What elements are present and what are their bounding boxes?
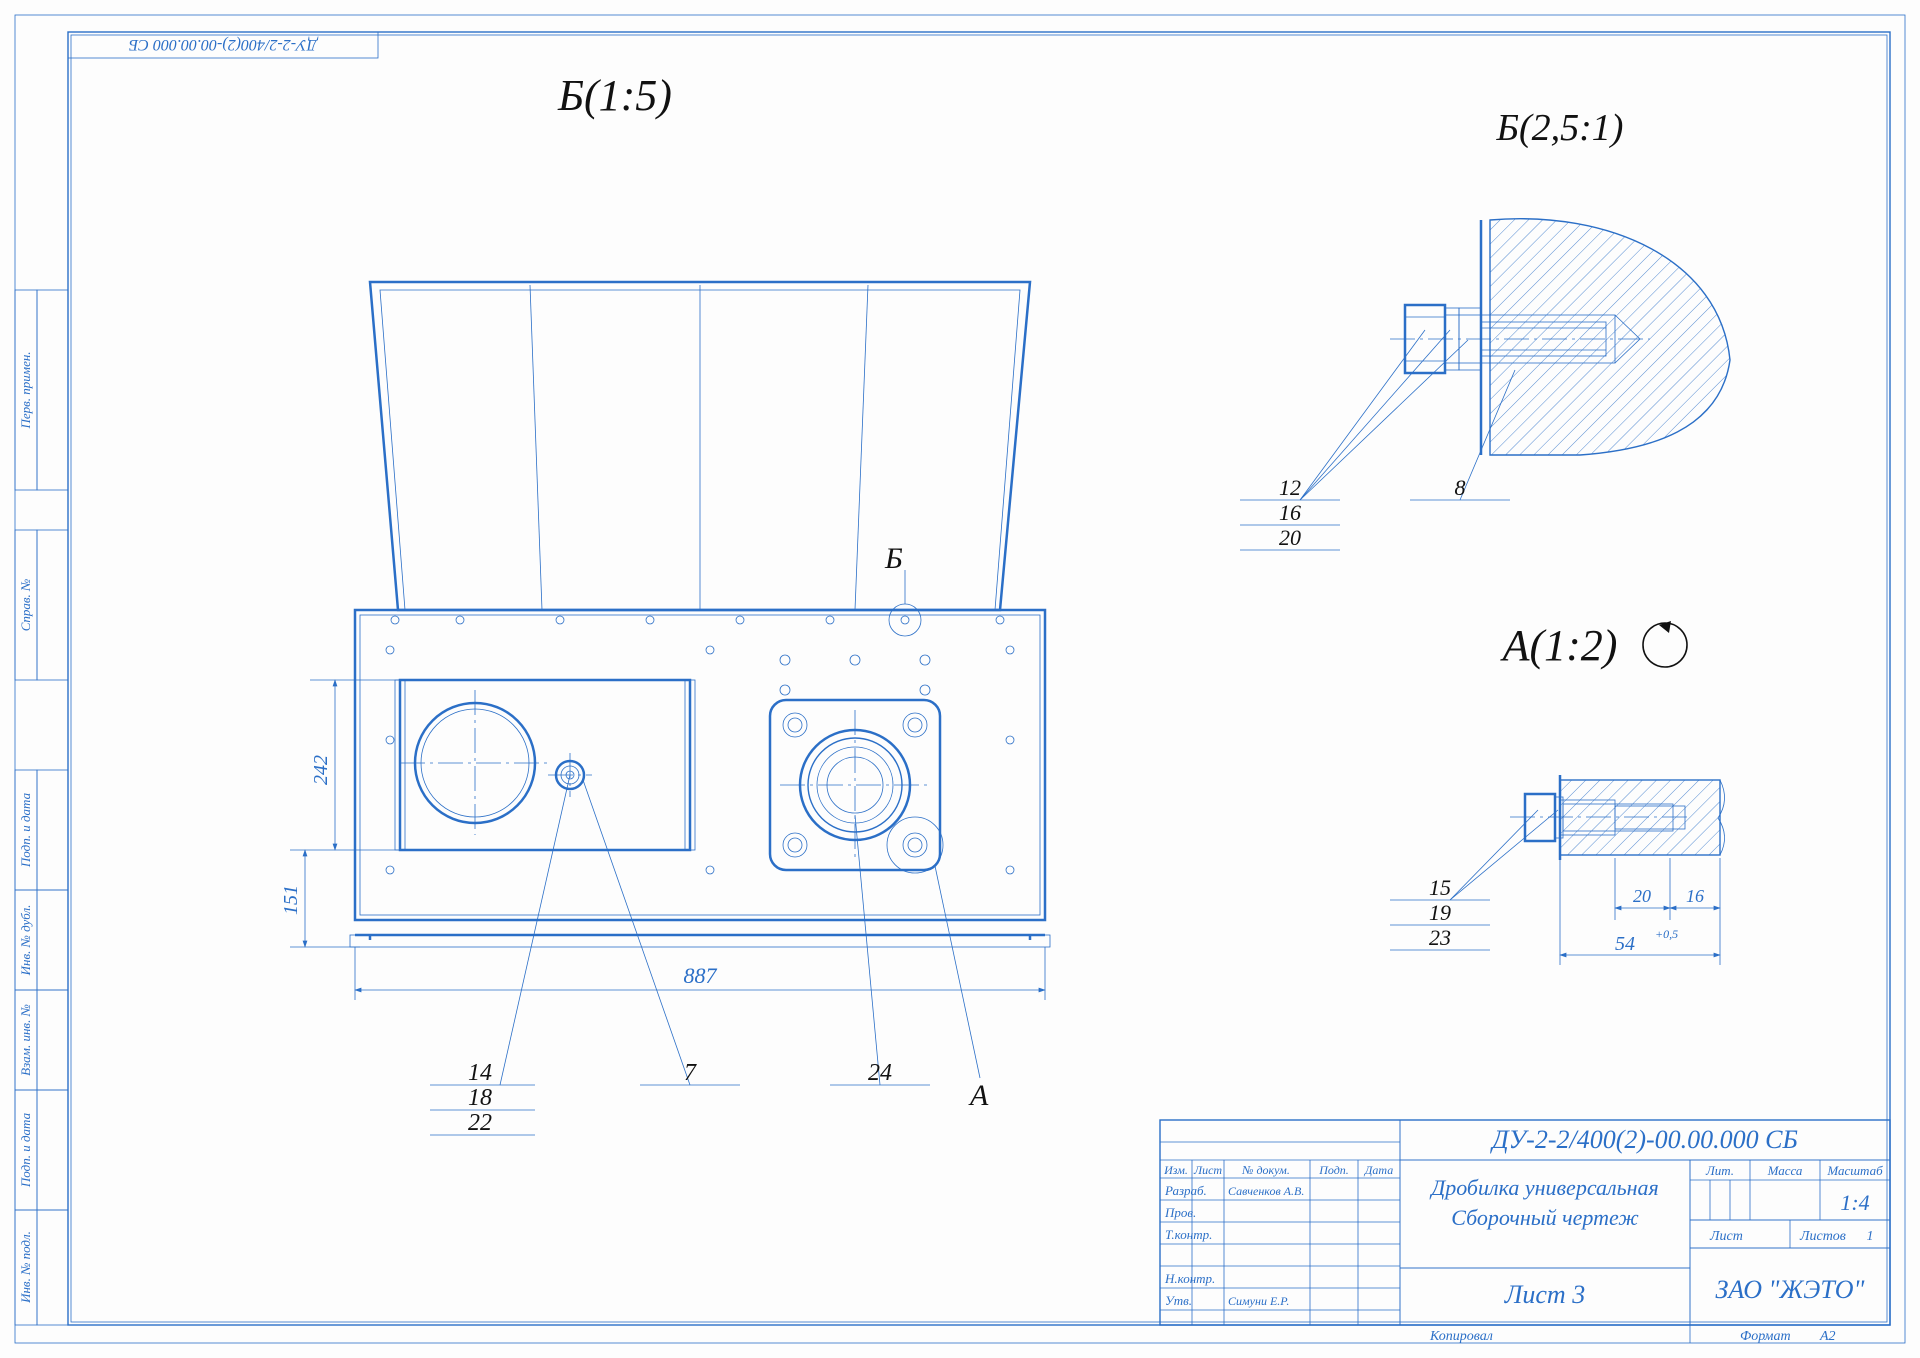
tb-sheet: Лист 3 xyxy=(1504,1280,1585,1309)
svg-text:Инв. № подл.: Инв. № подл. xyxy=(18,1231,33,1304)
svg-text:Формат: Формат xyxy=(1740,1329,1791,1344)
tb-name1: Дробилка универсальная xyxy=(1429,1175,1659,1200)
callout-12: 12 xyxy=(1279,475,1301,500)
svg-text:Масса: Масса xyxy=(1767,1163,1803,1178)
rotation-icon xyxy=(1643,621,1687,667)
svg-text:Изм.: Изм. xyxy=(1163,1163,1188,1177)
svg-text:Савченков А.В.: Савченков А.В. xyxy=(1228,1184,1304,1198)
svg-text:Разраб.: Разраб. xyxy=(1164,1183,1207,1198)
dim-242: 242 xyxy=(310,755,332,785)
callout-19: 19 xyxy=(1429,900,1451,925)
detail-b-title: Б(2,5:1) xyxy=(1496,107,1624,149)
svg-text:Справ. №: Справ. № xyxy=(18,579,33,632)
callout-18: 18 xyxy=(468,1085,492,1111)
callout-16: 16 xyxy=(1279,500,1301,525)
dim-width-887: 887 xyxy=(684,963,718,988)
svg-text:Пров.: Пров. xyxy=(1164,1205,1196,1220)
detail-b-view: 12 16 20 8 xyxy=(1240,219,1730,550)
svg-text:Подп. и дата: Подп. и дата xyxy=(18,1112,33,1188)
main-view-title: Б(1:5) xyxy=(557,71,672,120)
detail-a-title: A(1:2) xyxy=(1500,621,1618,670)
tb-company: ЗАО "ЖЭТО" xyxy=(1716,1275,1865,1304)
svg-text:Подп.: Подп. xyxy=(1318,1163,1349,1177)
callout-23: 23 xyxy=(1429,925,1451,950)
callout-8: 8 xyxy=(1455,475,1466,500)
svg-text:Лит.: Лит. xyxy=(1705,1163,1734,1178)
svg-text:Дата: Дата xyxy=(1364,1163,1393,1177)
callout-letter-a: А xyxy=(968,1079,989,1112)
svg-text:Подп. и дата: Подп. и дата xyxy=(18,792,33,868)
dim-54-tol: +0,5 xyxy=(1655,927,1678,941)
side-boxes: Перв. примен. Справ. № Подп. и дата Инв.… xyxy=(15,290,68,1325)
title-block: ДУ-2-2/400(2)-00.00.000 СБ Изм. Лист № д… xyxy=(1160,1120,1890,1344)
svg-text:1: 1 xyxy=(1867,1229,1874,1244)
callout-letter-b: Б xyxy=(884,542,903,575)
svg-text:Инв. № дубл.: Инв. № дубл. xyxy=(18,905,33,977)
detail-a-title-group: A(1:2) xyxy=(1500,621,1687,670)
main-view: Б А 887 242 151 14 18 22 7 24 xyxy=(280,282,1050,1136)
callout-7: 7 xyxy=(684,1060,697,1086)
svg-text:Лист: Лист xyxy=(1709,1229,1743,1244)
dim-16: 16 xyxy=(1686,886,1704,906)
callout-14: 14 xyxy=(468,1060,492,1086)
tb-copied: Копировал xyxy=(1429,1329,1493,1344)
svg-text:Перв. примен.: Перв. примен. xyxy=(18,351,33,429)
svg-text:Т.контр.: Т.контр. xyxy=(1165,1227,1212,1242)
svg-text:Взам. инв. №: Взам. инв. № xyxy=(18,1004,33,1076)
tb-format: А2 xyxy=(1819,1329,1836,1344)
svg-text:Лист: Лист xyxy=(1193,1163,1222,1177)
tb-name2: Сборочный чертеж xyxy=(1451,1205,1639,1230)
svg-text:№ докум.: № докум. xyxy=(1241,1163,1290,1177)
callout-15: 15 xyxy=(1429,875,1451,900)
dim-151: 151 xyxy=(280,885,302,915)
callout-22: 22 xyxy=(468,1110,492,1136)
dim-54: 54 xyxy=(1615,933,1635,955)
svg-text:Утв.: Утв. xyxy=(1165,1293,1192,1308)
callout-24: 24 xyxy=(868,1060,892,1086)
svg-text:Масштаб: Масштаб xyxy=(1826,1163,1883,1178)
detail-a-view: 15 19 23 20 16 54 +0,5 xyxy=(1390,775,1725,965)
tb-code: ДУ-2-2/400(2)-00.00.000 СБ xyxy=(1489,1125,1798,1154)
dim-20: 20 xyxy=(1633,886,1651,906)
tb-scale: 1:4 xyxy=(1840,1190,1869,1215)
drawing-code-rotated: ДУ-2-2/400(2)-00.00.000 СБ xyxy=(128,36,319,53)
svg-text:Н.контр.: Н.контр. xyxy=(1164,1271,1215,1286)
callout-20: 20 xyxy=(1279,525,1301,550)
svg-text:Листов: Листов xyxy=(1799,1229,1846,1244)
svg-text:Симуни Е.Р.: Симуни Е.Р. xyxy=(1228,1294,1289,1308)
